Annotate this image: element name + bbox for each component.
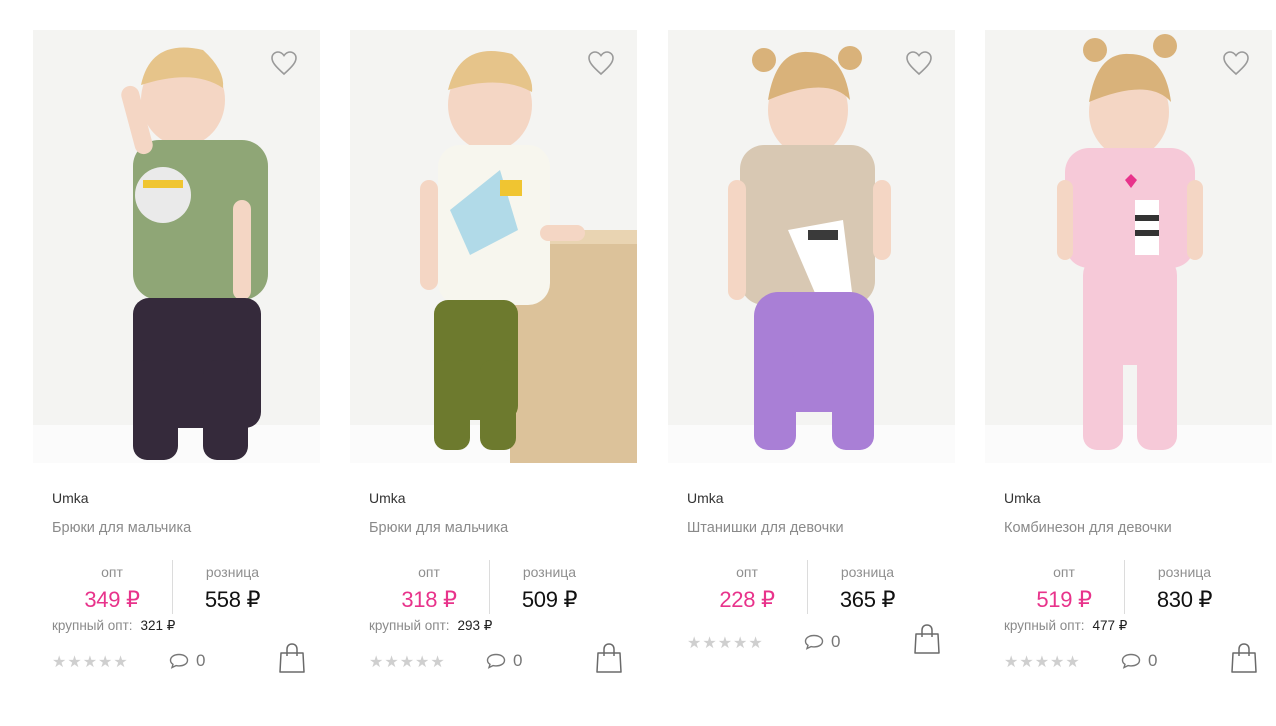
product-title[interactable]: Брюки для мальчика <box>52 520 191 536</box>
product-brand[interactable]: Umka <box>687 490 724 506</box>
bulk-label: крупный опт: <box>52 618 133 633</box>
retail-label: розница <box>522 564 577 580</box>
product-card[interactable]: Umka Штанишки для девочки опт 228 ₽ розн… <box>668 30 955 710</box>
bulk-price: крупный опт: 321 ₽ <box>52 618 175 634</box>
rating-stars[interactable]: ★★★★★ <box>1004 652 1081 672</box>
wholesale-price: опт 349 ₽ <box>52 560 172 614</box>
wholesale-label: опт <box>101 564 123 580</box>
wholesale-value: 318 ₽ <box>401 587 457 612</box>
card-actions: ★★★★★ 0 <box>369 642 623 680</box>
favorite-heart-icon[interactable] <box>587 50 615 76</box>
product-title[interactable]: Брюки для мальчика <box>369 520 508 536</box>
add-to-cart-bag-icon[interactable] <box>913 623 941 655</box>
bulk-value: 477 ₽ <box>1092 618 1128 633</box>
product-card[interactable]: Umka Брюки для мальчика опт 349 ₽ розниц… <box>33 30 320 710</box>
product-card[interactable]: Umka Комбинезон для девочки опт 519 ₽ ро… <box>985 30 1272 710</box>
product-brand[interactable]: Umka <box>52 490 89 506</box>
wholesale-label: опт <box>736 564 758 580</box>
product-title[interactable]: Штанишки для девочки <box>687 520 844 536</box>
wholesale-price: опт 519 ₽ <box>1004 560 1124 614</box>
favorite-heart-icon[interactable] <box>270 50 298 76</box>
comments-link[interactable]: 0 <box>804 632 840 652</box>
bulk-price: крупный опт: 293 ₽ <box>369 618 492 634</box>
bulk-label: крупный опт: <box>1004 618 1085 633</box>
retail-price: розница 509 ₽ <box>489 560 609 614</box>
comments-count: 0 <box>196 651 206 670</box>
retail-label: розница <box>840 564 895 580</box>
product-photo[interactable] <box>350 30 637 463</box>
product-grid: Umka Брюки для мальчика опт 349 ₽ розниц… <box>0 0 1276 726</box>
add-to-cart-bag-icon[interactable] <box>278 642 306 674</box>
speech-bubble-icon <box>486 653 506 669</box>
wholesale-label: опт <box>1053 564 1075 580</box>
rating-stars[interactable]: ★★★★★ <box>687 633 764 653</box>
speech-bubble-icon <box>1121 653 1141 669</box>
product-photo[interactable] <box>33 30 320 463</box>
rating-stars[interactable]: ★★★★★ <box>369 652 446 672</box>
wholesale-value: 228 ₽ <box>719 587 775 612</box>
comments-link[interactable]: 0 <box>486 651 522 671</box>
price-block: опт 318 ₽ розница 509 ₽ <box>369 560 619 614</box>
card-actions: ★★★★★ 0 <box>687 623 941 661</box>
rating-stars[interactable]: ★★★★★ <box>52 652 129 672</box>
bulk-value: 293 ₽ <box>457 618 493 633</box>
retail-label: розница <box>205 564 260 580</box>
card-actions: ★★★★★ 0 <box>52 642 306 680</box>
product-photo[interactable] <box>985 30 1272 463</box>
wholesale-price: опт 228 ₽ <box>687 560 807 614</box>
retail-price: розница 558 ₽ <box>172 560 292 614</box>
comments-link[interactable]: 0 <box>169 651 205 671</box>
wholesale-label: опт <box>418 564 440 580</box>
comments-link[interactable]: 0 <box>1121 651 1157 671</box>
add-to-cart-bag-icon[interactable] <box>1230 642 1258 674</box>
bulk-value: 321 ₽ <box>140 618 176 633</box>
card-actions: ★★★★★ 0 <box>1004 642 1258 680</box>
comments-count: 0 <box>1148 651 1158 670</box>
favorite-heart-icon[interactable] <box>1222 50 1250 76</box>
favorite-heart-icon[interactable] <box>905 50 933 76</box>
price-block: опт 519 ₽ розница 830 ₽ <box>1004 560 1254 614</box>
retail-value: 509 ₽ <box>521 587 578 612</box>
bulk-label: крупный опт: <box>369 618 450 633</box>
comments-count: 0 <box>513 651 523 670</box>
product-photo[interactable] <box>668 30 955 463</box>
retail-price: розница 830 ₽ <box>1124 560 1244 614</box>
product-card[interactable]: Umka Брюки для мальчика опт 318 ₽ розниц… <box>350 30 637 710</box>
comments-count: 0 <box>831 632 841 651</box>
price-block: опт 228 ₽ розница 365 ₽ <box>687 560 937 614</box>
speech-bubble-icon <box>804 634 824 650</box>
retail-value: 558 ₽ <box>204 587 261 612</box>
wholesale-value: 349 ₽ <box>84 587 140 612</box>
retail-value: 365 ₽ <box>839 587 896 612</box>
retail-label: розница <box>1157 564 1212 580</box>
product-brand[interactable]: Umka <box>369 490 406 506</box>
price-block: опт 349 ₽ розница 558 ₽ <box>52 560 302 614</box>
product-title[interactable]: Комбинезон для девочки <box>1004 520 1172 536</box>
retail-value: 830 ₽ <box>1156 587 1213 612</box>
bulk-price: крупный опт: 477 ₽ <box>1004 618 1127 634</box>
add-to-cart-bag-icon[interactable] <box>595 642 623 674</box>
speech-bubble-icon <box>169 653 189 669</box>
retail-price: розница 365 ₽ <box>807 560 927 614</box>
product-brand[interactable]: Umka <box>1004 490 1041 506</box>
wholesale-price: опт 318 ₽ <box>369 560 489 614</box>
wholesale-value: 519 ₽ <box>1036 587 1092 612</box>
